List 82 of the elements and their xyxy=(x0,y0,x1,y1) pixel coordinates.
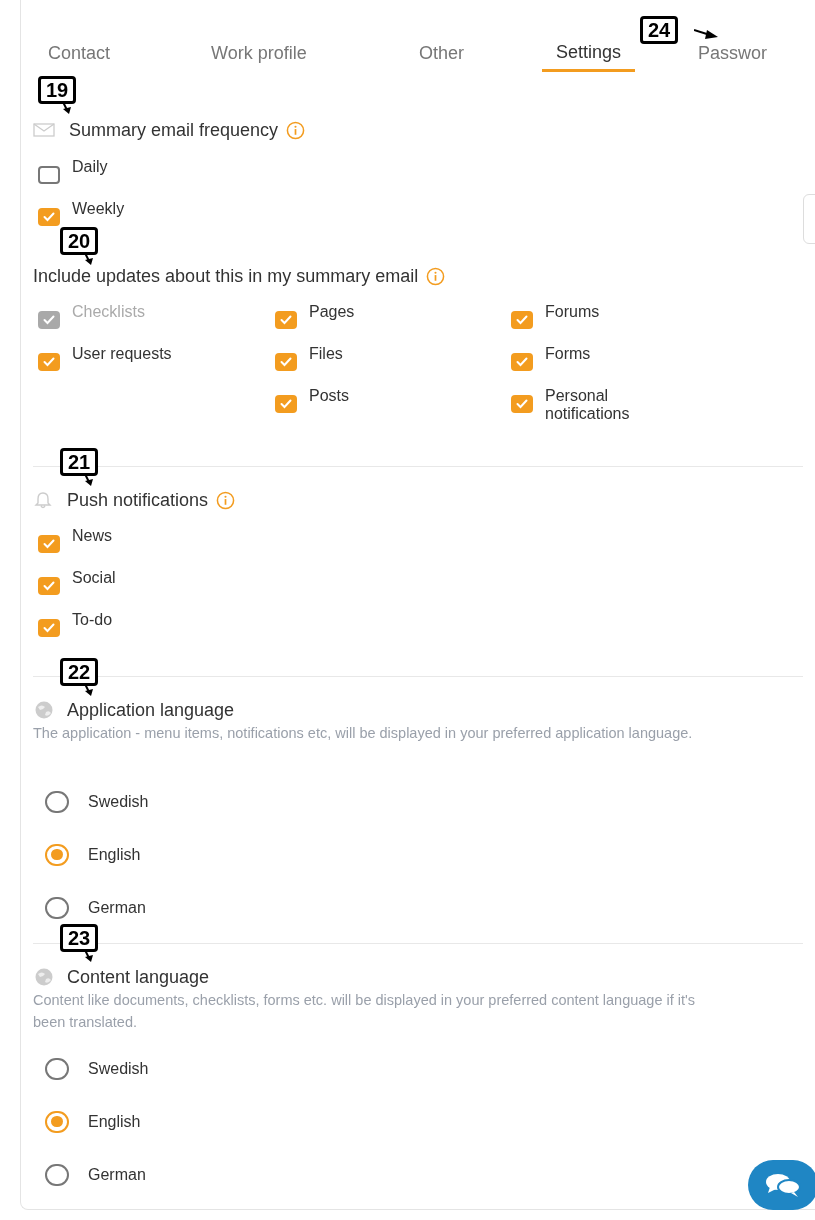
arrow-icon xyxy=(694,28,718,42)
callout-label: 22 xyxy=(60,658,99,686)
section-title: Summary email frequency xyxy=(69,118,279,142)
radio-label: English xyxy=(88,1111,141,1132)
checkbox[interactable] xyxy=(38,535,60,553)
check-icon xyxy=(43,581,55,591)
arrow-icon xyxy=(83,253,95,265)
globe-icon xyxy=(33,968,55,986)
checkbox[interactable] xyxy=(38,577,60,595)
section-title: Push notifications xyxy=(67,488,209,512)
radio-button[interactable] xyxy=(45,790,69,813)
checkbox-label: Forums xyxy=(545,303,600,321)
radio-button[interactable] xyxy=(45,1057,69,1080)
checkbox-label: Social xyxy=(72,569,116,587)
info-icon[interactable] xyxy=(426,266,446,286)
checkbox[interactable] xyxy=(511,311,533,329)
chat-icon xyxy=(764,1172,802,1198)
radio-label: Swedish xyxy=(88,791,149,812)
radio-label: German xyxy=(88,1164,146,1185)
radio-button[interactable] xyxy=(45,896,69,919)
section-description: Content like documents, checklists, forms etc. will be displayed in your preferred content language if it's been translated. xyxy=(33,991,697,1032)
checkbox[interactable] xyxy=(275,353,297,371)
checkbox-label: News xyxy=(72,527,112,545)
section-description: The application - menu items, notifications etc, will be displayed in your preferred application language. xyxy=(33,724,694,743)
callout-label: 19 xyxy=(38,76,77,104)
arrow-icon xyxy=(83,474,95,486)
checkbox-label: Daily xyxy=(72,158,108,176)
check-icon xyxy=(516,399,528,409)
radio-button[interactable] xyxy=(45,1163,69,1186)
checkbox-label: Posts xyxy=(309,387,349,405)
checkbox-label: Weekly xyxy=(72,200,125,218)
chat-button[interactable] xyxy=(748,1160,815,1210)
check-icon xyxy=(43,357,55,367)
info-icon[interactable] xyxy=(216,490,236,510)
tab[interactable]: Contact xyxy=(33,34,211,72)
check-icon xyxy=(43,623,55,633)
checkbox[interactable] xyxy=(38,619,60,637)
check-icon xyxy=(43,539,55,549)
checkbox-label: Files xyxy=(309,345,343,363)
arrow-icon xyxy=(83,950,95,962)
radio-button[interactable] xyxy=(45,843,69,866)
arrow-icon xyxy=(61,102,73,114)
checkbox[interactable] xyxy=(38,208,60,226)
checkbox[interactable] xyxy=(38,353,60,371)
checkbox[interactable] xyxy=(275,311,297,329)
checkbox-label: Pages xyxy=(309,303,355,321)
checkbox-label: Personal notifications xyxy=(545,387,631,423)
checkbox[interactable] xyxy=(38,166,60,184)
check-icon xyxy=(280,357,292,367)
callout-label: 24 xyxy=(640,16,679,44)
callout-label: 23 xyxy=(60,924,99,952)
section-title: Application language xyxy=(67,698,235,722)
checkbox[interactable] xyxy=(511,353,533,371)
checkbox[interactable] xyxy=(275,395,297,413)
globe-icon xyxy=(33,701,55,719)
arrow-icon xyxy=(83,684,95,696)
radio-button[interactable] xyxy=(45,1110,69,1133)
callout-label: 21 xyxy=(60,448,99,476)
bell-icon xyxy=(33,491,53,509)
section-title: Content language xyxy=(67,965,210,989)
checkbox-label: Forms xyxy=(545,345,591,363)
checkbox-label: User requests xyxy=(72,345,172,363)
section-title: Include updates about this in my summary email xyxy=(33,264,419,288)
radio-label: English xyxy=(88,844,141,865)
tab[interactable]: Passwor xyxy=(698,34,768,72)
check-icon xyxy=(43,212,55,222)
checkbox[interactable] xyxy=(511,395,533,413)
tab[interactable]: Other xyxy=(419,34,542,72)
tab[interactable]: Work profile xyxy=(211,34,419,72)
radio-label: Swedish xyxy=(88,1058,149,1079)
check-icon xyxy=(516,315,528,325)
checkbox-label: Checklists xyxy=(72,303,145,321)
check-icon xyxy=(280,315,292,325)
check-icon xyxy=(43,315,55,325)
check-icon xyxy=(516,357,528,367)
check-icon xyxy=(280,399,292,409)
callout-label: 20 xyxy=(60,227,99,255)
envelope-icon xyxy=(33,123,55,137)
checkbox-label: To-do xyxy=(72,611,113,629)
radio-label: German xyxy=(88,897,146,918)
info-icon[interactable] xyxy=(286,120,306,140)
tab[interactable]: Settings xyxy=(542,34,636,72)
